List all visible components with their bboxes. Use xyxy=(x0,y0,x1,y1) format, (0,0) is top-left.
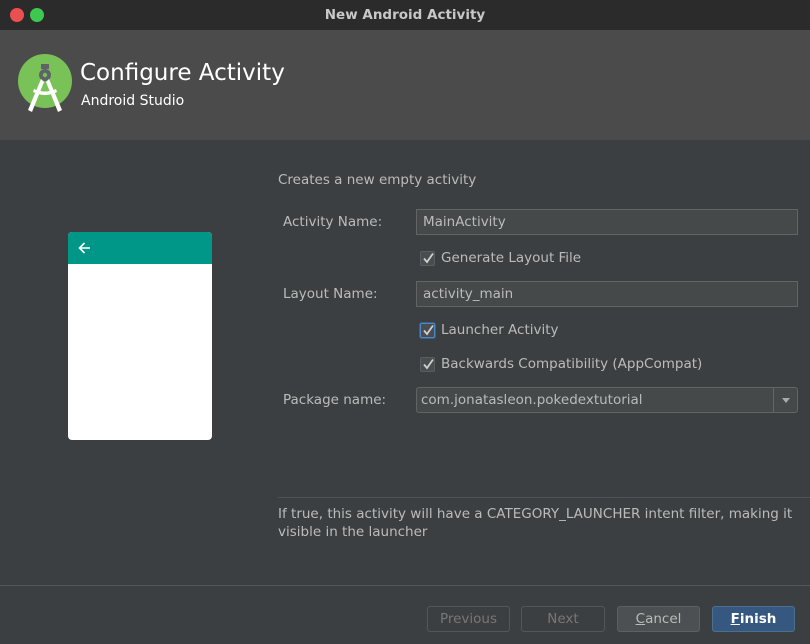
checkbox-box[interactable] xyxy=(420,356,435,372)
activity-preview xyxy=(68,232,212,440)
launcher-activity-checkbox[interactable]: Launcher Activity xyxy=(420,322,559,338)
activity-name-input[interactable] xyxy=(423,214,791,230)
checkmark-icon xyxy=(423,358,434,369)
next-button[interactable]: Next xyxy=(521,606,605,632)
layout-name-label: Layout Name: xyxy=(283,286,378,302)
template-description: Creates a new empty activity xyxy=(278,172,477,188)
finish-label: inish xyxy=(739,611,777,627)
layout-name-field[interactable] xyxy=(416,281,798,307)
activity-name-label: Activity Name: xyxy=(283,214,383,230)
generate-layout-label: Generate Layout File xyxy=(441,250,582,266)
title-bar: New Android Activity xyxy=(0,0,810,30)
checkmark-icon xyxy=(423,252,434,263)
page-title: Configure Activity xyxy=(80,60,285,86)
package-name-value[interactable]: com.jonatasleon.pokedextutorial xyxy=(421,392,643,408)
checkbox-box[interactable] xyxy=(420,322,435,338)
backwards-compat-label: Backwards Compatibility (AppCompat) xyxy=(441,356,703,372)
layout-name-input[interactable] xyxy=(423,286,791,302)
finish-mnemonic: F xyxy=(730,611,740,627)
footer-divider xyxy=(0,585,810,586)
package-name-label: Package name: xyxy=(283,392,387,408)
window-title: New Android Activity xyxy=(324,7,486,23)
finish-button[interactable]: Finish xyxy=(712,606,795,632)
generate-layout-checkbox[interactable]: Generate Layout File xyxy=(420,250,581,266)
checkbox-box[interactable] xyxy=(420,250,435,266)
package-name-dropdown[interactable]: com.jonatasleon.pokedextutorial xyxy=(416,387,798,413)
divider xyxy=(278,497,810,498)
page-subtitle: Android Studio xyxy=(81,93,185,109)
dropdown-toggle[interactable] xyxy=(773,388,797,412)
previous-button[interactable]: Previous xyxy=(427,606,510,632)
wizard-header: Configure Activity Android Studio xyxy=(0,30,810,140)
backwards-compat-checkbox[interactable]: Backwards Compatibility (AppCompat) xyxy=(420,356,702,372)
preview-toolbar xyxy=(68,232,212,264)
android-studio-icon xyxy=(18,54,72,114)
checkmark-icon xyxy=(423,324,434,335)
activity-name-field[interactable] xyxy=(416,209,798,235)
launcher-activity-label: Launcher Activity xyxy=(441,322,559,338)
cancel-button[interactable]: Cancel xyxy=(617,606,700,632)
cancel-label: ancel xyxy=(645,611,682,627)
chevron-down-icon xyxy=(782,398,790,403)
help-text: If true, this activity will have a CATEG… xyxy=(278,506,793,540)
cancel-mnemonic: C xyxy=(635,611,646,627)
